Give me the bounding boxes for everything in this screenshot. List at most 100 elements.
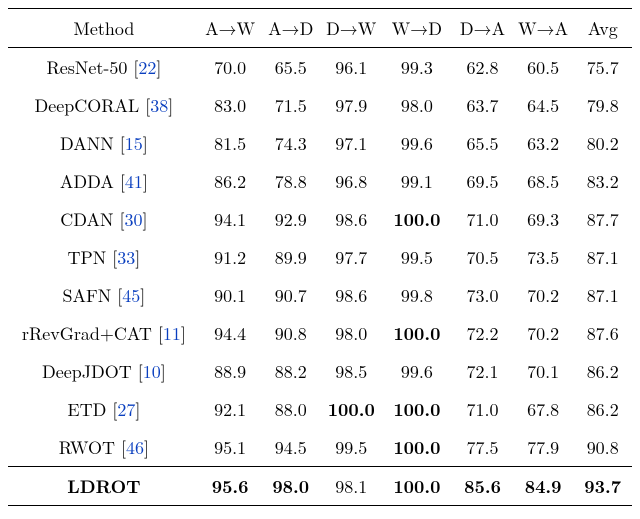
cell-value: 74.3 — [260, 124, 321, 162]
cell-value: 99.6 — [382, 352, 453, 390]
citation-number[interactable]: 15 — [125, 131, 143, 156]
cell-value: 68.5 — [513, 162, 574, 200]
cell-value: 84.9 — [513, 467, 574, 506]
citation-number[interactable]: 45 — [122, 283, 140, 308]
cell-value: 97.1 — [321, 124, 382, 162]
cell-value: 90.8 — [573, 428, 632, 467]
cell-value: 72.1 — [452, 352, 513, 390]
cell-value: 83.0 — [200, 86, 261, 124]
col-header-aw: A→W — [200, 9, 261, 48]
col-header-da: D→A — [452, 9, 513, 48]
method-name: ETD — [67, 397, 106, 422]
citation-number[interactable]: 11 — [163, 321, 181, 346]
cell-value: 97.9 — [321, 86, 382, 124]
method-name: ADDA — [60, 169, 114, 194]
table-row: ETD [27]92.188.0100.0100.071.067.886.2 — [8, 390, 632, 428]
citation-number[interactable]: 27 — [117, 397, 135, 422]
cell-value: 71.5 — [260, 86, 321, 124]
cell-value: 70.2 — [513, 276, 574, 314]
cell-value: 86.2 — [573, 352, 632, 390]
cell-value: 70.2 — [513, 314, 574, 352]
cell-value: 89.9 — [260, 238, 321, 276]
cell-value: 99.1 — [382, 162, 453, 200]
method-name: rRevGrad+CAT — [22, 321, 152, 346]
cell-value: 87.1 — [573, 238, 632, 276]
table-row: rRevGrad+CAT [11]94.490.898.0100.072.270… — [8, 314, 632, 352]
cell-value: 69.5 — [452, 162, 513, 200]
method-name: CDAN — [60, 207, 113, 232]
cell-value: 100.0 — [382, 428, 453, 467]
citation-number[interactable]: 33 — [117, 245, 135, 270]
col-header-ad: A→D — [260, 9, 321, 48]
cell-value: 63.7 — [452, 86, 513, 124]
cell-value: 90.1 — [200, 276, 261, 314]
cell-value: 80.2 — [573, 124, 632, 162]
cell-value: 79.8 — [573, 86, 632, 124]
cell-value: 95.6 — [200, 467, 261, 506]
cell-value: 73.0 — [452, 276, 513, 314]
cell-value: 98.0 — [260, 467, 321, 506]
table-row: CDAN [30]94.192.998.6100.071.069.387.7 — [8, 200, 632, 238]
cell-value: 99.5 — [382, 238, 453, 276]
cell-value: 75.7 — [573, 48, 632, 87]
cell-value: 70.0 — [200, 48, 261, 87]
cell-value: 70.5 — [452, 238, 513, 276]
method-cell: ResNet-50 [22] — [8, 48, 200, 87]
cell-value: 96.1 — [321, 48, 382, 87]
cell-value: 87.1 — [573, 276, 632, 314]
cell-value: 72.2 — [452, 314, 513, 352]
cell-value: 69.3 — [513, 200, 574, 238]
col-header-avg: Avg — [573, 9, 632, 48]
cell-value: 88.0 — [260, 390, 321, 428]
method-name: ResNet-50 — [47, 55, 128, 80]
citation-number[interactable]: 38 — [150, 93, 168, 118]
cell-value: 77.9 — [513, 428, 574, 467]
col-header-method: Method — [8, 9, 200, 48]
cell-value: 99.6 — [382, 124, 453, 162]
method-cell: DANN [15] — [8, 124, 200, 162]
method-cell: SAFN [45] — [8, 276, 200, 314]
cell-value: 90.7 — [260, 276, 321, 314]
table-row: TPN [33]91.289.997.799.570.573.587.1 — [8, 238, 632, 276]
cell-value: 71.0 — [452, 200, 513, 238]
citation-number[interactable]: 22 — [138, 55, 156, 80]
cell-value: 87.7 — [573, 200, 632, 238]
table-row: DeepJDOT [10]88.988.298.599.672.170.186.… — [8, 352, 632, 390]
method-cell: rRevGrad+CAT [11] — [8, 314, 200, 352]
cell-value: 94.4 — [200, 314, 261, 352]
cell-value: 97.7 — [321, 238, 382, 276]
cell-value: 67.8 — [513, 390, 574, 428]
cell-value: 94.5 — [260, 428, 321, 467]
citation-number[interactable]: 41 — [125, 169, 143, 194]
cell-value: 78.8 — [260, 162, 321, 200]
cell-value: 98.1 — [321, 467, 382, 506]
citation-number[interactable]: 30 — [125, 207, 143, 232]
method-cell: RWOT [46] — [8, 428, 200, 467]
method-cell: CDAN [30] — [8, 200, 200, 238]
cell-value: 96.8 — [321, 162, 382, 200]
method-name: DeepCORAL — [35, 93, 140, 118]
citation-number[interactable]: 46 — [126, 435, 144, 460]
citation-number[interactable]: 10 — [143, 359, 161, 384]
cell-value: 86.2 — [200, 162, 261, 200]
cell-value: 99.5 — [321, 428, 382, 467]
cell-value: 98.0 — [382, 86, 453, 124]
cell-value: 91.2 — [200, 238, 261, 276]
cell-value: 93.7 — [573, 467, 632, 506]
cell-value: 100.0 — [382, 467, 453, 506]
method-cell: DeepCORAL [38] — [8, 86, 200, 124]
method-cell: LDROT — [8, 467, 200, 506]
table-row: ResNet-50 [22]70.065.596.199.362.860.575… — [8, 48, 632, 87]
cell-value: 92.1 — [200, 390, 261, 428]
col-header-dw: D→W — [321, 9, 382, 48]
cell-value: 85.6 — [452, 467, 513, 506]
cell-value: 99.8 — [382, 276, 453, 314]
cell-value: 87.6 — [573, 314, 632, 352]
cell-value: 64.5 — [513, 86, 574, 124]
cell-value: 92.9 — [260, 200, 321, 238]
col-header-wd: W→D — [382, 9, 453, 48]
method-cell: TPN [33] — [8, 238, 200, 276]
cell-value: 98.5 — [321, 352, 382, 390]
table-row: DeepCORAL [38]83.071.597.998.063.764.579… — [8, 86, 632, 124]
cell-value: 90.8 — [260, 314, 321, 352]
